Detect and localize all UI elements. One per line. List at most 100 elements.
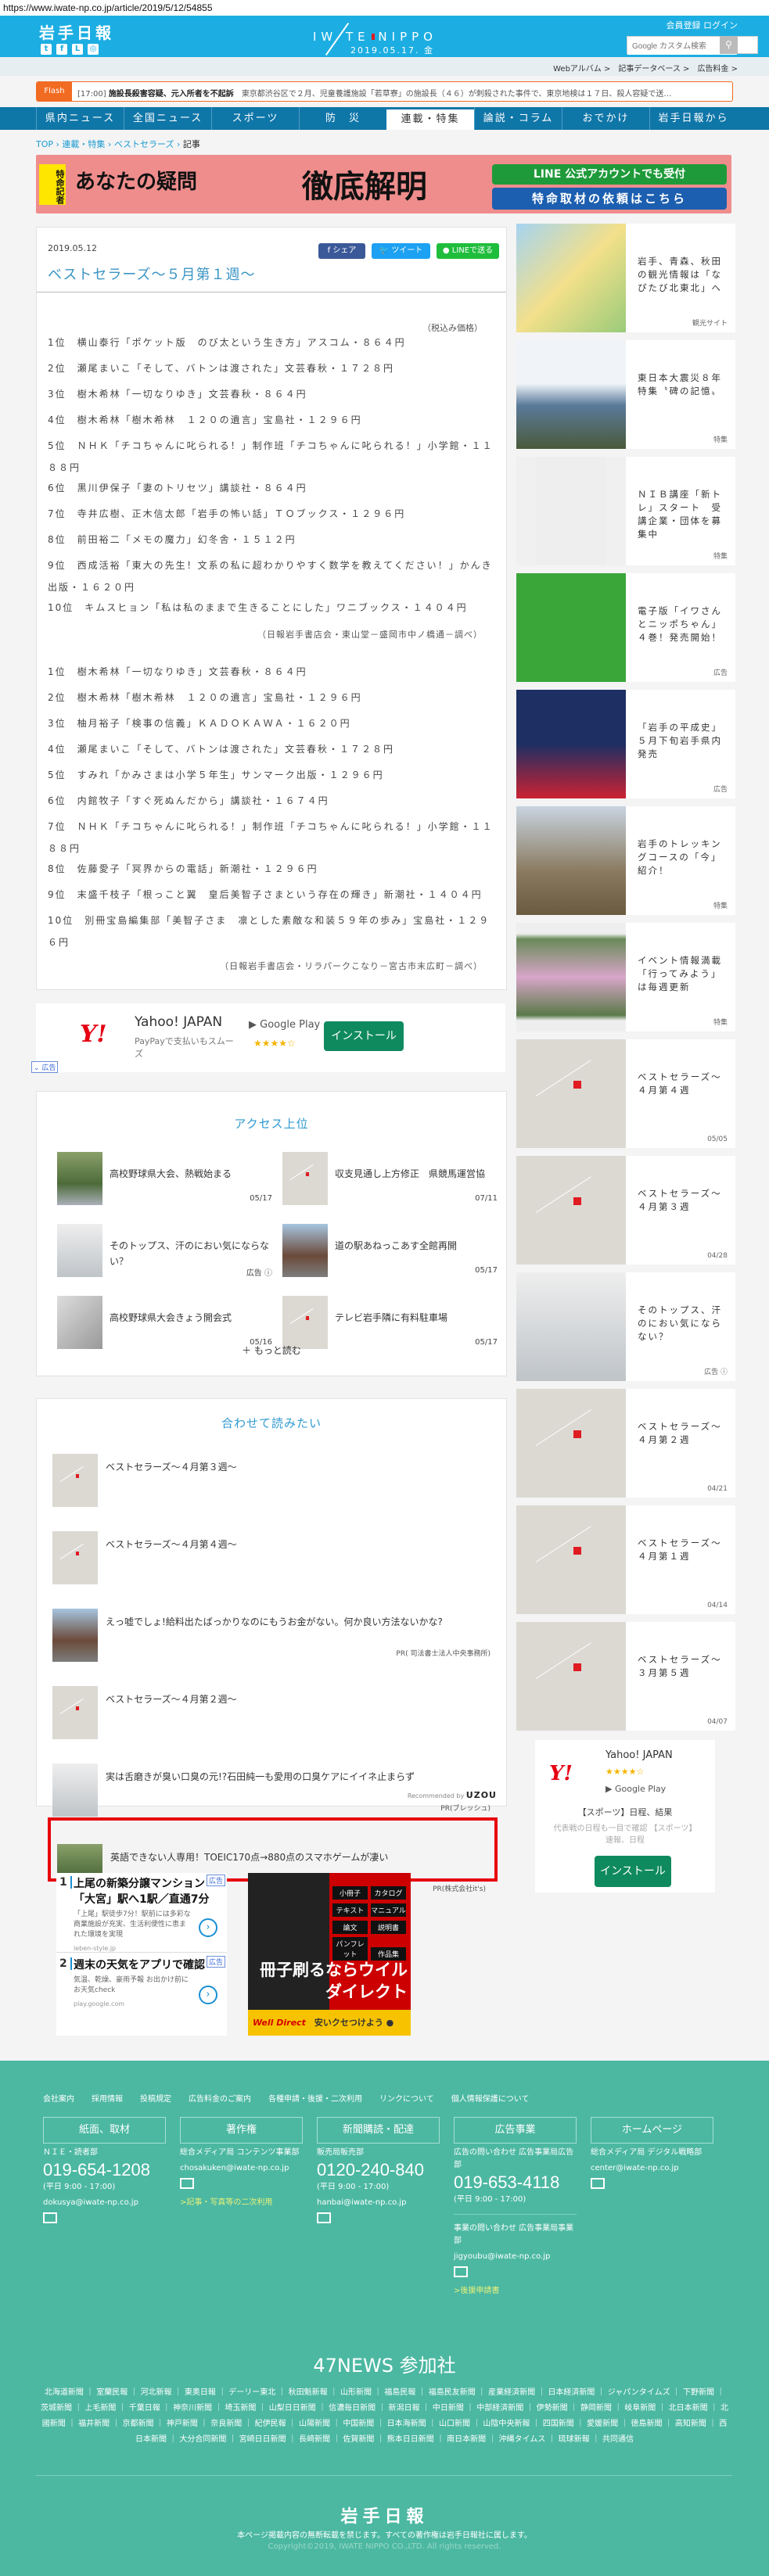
news47-member[interactable]: 室蘭民報 — [96, 2388, 140, 2397]
news47-member[interactable]: 徳島新聞 — [631, 2420, 674, 2428]
ad-label[interactable]: ⌄ 広告 — [31, 1061, 59, 1073]
news47-member[interactable]: 河北新報 — [141, 2388, 185, 2397]
account-links[interactable]: 会員登録 ログイン — [667, 19, 738, 31]
install-button[interactable]: インストール — [324, 1021, 404, 1051]
text-ad[interactable]: 2 広告 週末の天気をアプリで確認 気温、乾燥、豪雨予報 お出かけ前にお天気ch… — [56, 1954, 227, 2036]
article-title[interactable]: 高校野球県大会、熱戦始まる — [110, 1166, 270, 1182]
news47-member[interactable]: 中日新聞 — [433, 2404, 476, 2413]
sidebar-item-title[interactable]: 岩手、青森、秋田の観光情報は「なぴたび北東北」へ — [638, 255, 728, 295]
banner-request-button[interactable]: 特命取材の依頼はこちら — [492, 188, 727, 210]
article-title[interactable]: 実は舌磨きが臭い口臭の元!?石田純一も愛用の口臭ケアにイイネ止まらず — [106, 1770, 415, 1783]
contact-heading[interactable]: 新聞購読・配達 — [317, 2117, 440, 2144]
nav-tab[interactable]: 論説・コラム — [474, 107, 562, 130]
sidebar-item-title[interactable]: 岩手のトレッキングコースの「今」紹介！ — [638, 838, 728, 877]
search-icon[interactable]: ⚲ — [720, 36, 738, 54]
sidebar-item-title[interactable]: 東日本大震災８年特集〝碑の記憶〟 — [638, 371, 728, 398]
news47-member[interactable]: 熊本日日新聞 — [387, 2435, 447, 2444]
nav-tab[interactable]: 防 災 — [299, 107, 386, 130]
sidebar-item[interactable]: ベストセラーズ～４月第３週 04/28 — [516, 1156, 735, 1265]
read-more-button[interactable]: ＋ もっと読む — [37, 1344, 506, 1357]
related-article[interactable]: ベストセラーズ～４月第３週～ — [52, 1454, 491, 1507]
sidebar-item[interactable]: 岩手、青森、秋田の観光情報は「なぴたび北東北」へ 観光サイト — [516, 224, 735, 332]
news47-member[interactable]: ジャパンタイムズ — [608, 2388, 683, 2397]
news47-member[interactable]: 山形新聞 — [340, 2388, 384, 2397]
mail-icon[interactable] — [454, 2266, 468, 2277]
contact-heading[interactable]: 紙面、取材 — [43, 2117, 166, 2144]
news47-member[interactable]: 京都新聞 — [123, 2420, 167, 2428]
install-button[interactable]: インストール — [595, 1856, 671, 1887]
line-share-button[interactable]: ● LINEで送る — [437, 243, 499, 259]
nav-tab[interactable]: 県内ニュース — [36, 107, 124, 130]
email-address[interactable]: dokusya@iwate-np.co.jp — [43, 2197, 166, 2209]
tokumei-banner[interactable]: 特命記者 あなたの疑問 徹底解明 LINE 公式アカウントでも受付 特命取材の依… — [36, 155, 731, 213]
article-title[interactable]: 道の駅あねっこあす全館再開 — [335, 1238, 495, 1254]
chevron-right-icon[interactable]: › — [199, 1918, 217, 1937]
sidebar-item-title[interactable]: ベストセラーズ～３月第５週 — [638, 1653, 728, 1680]
news47-member[interactable]: 愛媛新聞 — [587, 2420, 631, 2428]
phone-number[interactable]: 019-654-1208 — [43, 2159, 166, 2181]
nav-tab[interactable]: スポーツ — [211, 107, 299, 130]
email-address[interactable]: jigyoubu@iwate-np.co.jp — [454, 2251, 577, 2263]
news47-member[interactable]: 四国新聞 — [543, 2420, 587, 2428]
article-title[interactable]: ベストセラーズ～４月第２週～ — [106, 1692, 237, 1706]
news47-member[interactable]: 産業経済新聞 — [488, 2388, 548, 2397]
twitter-icon[interactable]: t — [41, 44, 52, 55]
news47-member[interactable]: 山陰中央新報 — [483, 2420, 542, 2428]
news47-member[interactable]: 日本経済新聞 — [548, 2388, 607, 2397]
news47-member[interactable]: 山口新聞 — [439, 2420, 483, 2428]
chevron-right-icon[interactable]: › — [199, 1986, 217, 2004]
news47-member[interactable]: 東奥日報 — [185, 2388, 228, 2397]
article-db-link[interactable]: 記事データベース > — [618, 65, 689, 74]
sidebar-item-title[interactable]: ベストセラーズ～４月第３週 — [638, 1187, 728, 1214]
sidebar-item[interactable]: 東日本大震災８年特集〝碑の記憶〟 特集 — [516, 340, 735, 449]
news47-member[interactable]: 琉球新報 — [559, 2435, 602, 2444]
address-bar[interactable]: https://www.iwate-np.co.jp/article/2019/… — [0, 0, 769, 16]
article-title[interactable]: 収支見通し上方修正 県競馬運営協 — [335, 1166, 495, 1182]
news47-member[interactable]: 神戸新聞 — [167, 2420, 210, 2428]
breadcrumb-bestsellers[interactable]: ベストセラーズ — [114, 139, 174, 149]
news47-member[interactable]: 上毛新聞 — [84, 2404, 128, 2413]
article-title[interactable]: ベストセラーズ～４月第３週～ — [106, 1460, 237, 1473]
news47-member[interactable]: 宮崎日日新聞 — [239, 2435, 299, 2444]
news47-member[interactable]: 紀伊民報 — [255, 2420, 299, 2428]
email-address[interactable]: chosakuken@iwate-np.co.jp — [180, 2162, 303, 2175]
ad-rates-link[interactable]: 広告料金 > — [697, 65, 738, 74]
footer-sublink[interactable]: >後援申請書 — [454, 2285, 577, 2298]
footer-link[interactable]: 会社案内 — [43, 2095, 74, 2104]
sidebar-item-title[interactable]: そのトップス、汗のにおい気にならない？ — [638, 1304, 728, 1344]
news47-member[interactable]: 北日本新聞 — [669, 2404, 720, 2413]
footer-link[interactable]: 採用情報 — [92, 2095, 123, 2104]
footer-link[interactable]: リンクについて — [379, 2095, 434, 2104]
news47-member[interactable]: 南日本新聞 — [447, 2435, 498, 2444]
news47-member[interactable]: 岐阜新聞 — [624, 2404, 668, 2413]
related-article[interactable]: ベストセラーズ～４月第４週～ — [52, 1531, 491, 1584]
ranking-article[interactable]: 収支見通し上方修正 県競馬運営協 07/11 — [282, 1152, 501, 1205]
news47-member[interactable]: 秋田魁新報 — [289, 2388, 340, 2397]
sidebar-item-title[interactable]: ＮＩＢ講座「新トレ」スタート 受講企業・団体を募集中 — [638, 488, 728, 541]
news47-member[interactable]: 新潟日報 — [389, 2404, 433, 2413]
footer-link[interactable]: 各種申請・後援・二次利用 — [268, 2095, 362, 2104]
news47-member[interactable]: 長崎新聞 — [299, 2435, 343, 2444]
text-ad[interactable]: 1 広告 上尾の新築分譲マンション - 「大宮」駅へ1駅／直通7分 「上尾」駅徒… — [56, 1873, 227, 1953]
article-title[interactable]: 高校野球県大会きょう開会式 — [110, 1310, 270, 1326]
sidebar-item[interactable]: そのトップス、汗のにおい気にならない？ 広告 ⓘ — [516, 1272, 735, 1381]
related-article[interactable]: えっ嘘でしょ!給料出たばっかりなのにもうお金がない。何か良い方法ないかな? PR(… — [52, 1609, 491, 1662]
sidebar-item-title[interactable]: ベストセラーズ～４月第１週 — [638, 1537, 728, 1563]
news47-member[interactable]: 信濃毎日新聞 — [329, 2404, 388, 2413]
mail-icon[interactable] — [317, 2212, 331, 2223]
news47-member[interactable]: 沖縄タイムス — [498, 2435, 558, 2444]
ad-label[interactable]: 広告 — [206, 1956, 225, 1968]
site-logo[interactable]: 岩手日報 — [39, 20, 114, 43]
breadcrumb-top[interactable]: TOP — [36, 139, 53, 149]
news47-member[interactable]: 伊勢新聞 — [537, 2404, 580, 2413]
footer-link[interactable]: 広告料金のご案内 — [189, 2095, 251, 2104]
news47-member[interactable]: 中国新聞 — [343, 2420, 386, 2428]
web-album-link[interactable]: Webアルバム > — [553, 65, 610, 74]
news47-member[interactable]: 大分合同新聞 — [179, 2435, 239, 2444]
mail-icon[interactable] — [43, 2212, 57, 2223]
nav-tab[interactable]: 全国ニュース — [124, 107, 211, 130]
ranking-article[interactable]: 高校野球県大会きょう開会式 05/16 — [57, 1296, 276, 1349]
recommended-by[interactable]: Recommended by UZOU — [408, 1790, 497, 1800]
breadcrumb-series[interactable]: 連載・特集 — [62, 139, 105, 149]
news47-member[interactable]: 静岡新聞 — [580, 2404, 624, 2413]
